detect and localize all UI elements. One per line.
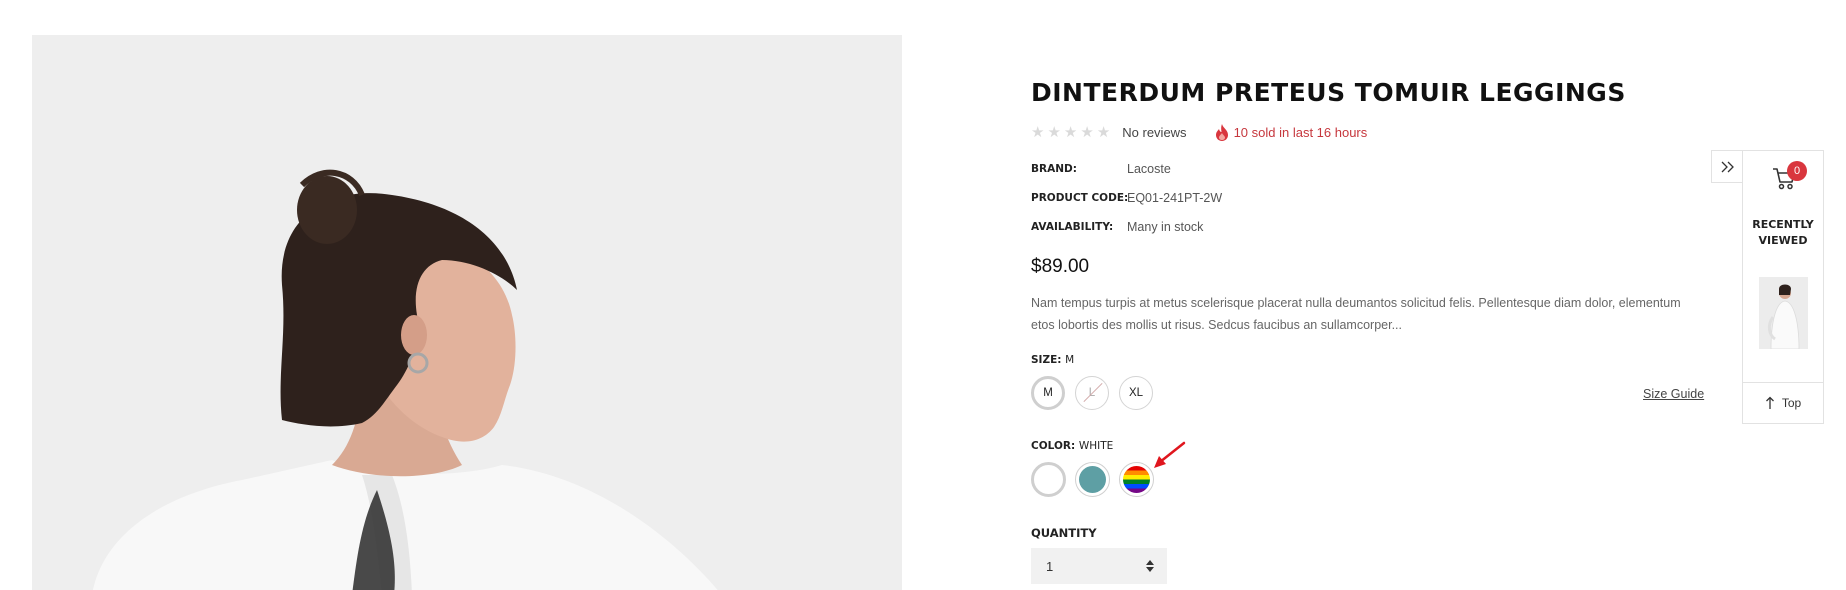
cart-count-badge: 0	[1787, 161, 1807, 181]
availability-row: AVAILABILITY: Many in stock	[1031, 220, 1203, 234]
product-description: Nam tempus turpis at metus scelerisque p…	[1031, 296, 1681, 332]
swatch-fill	[1036, 467, 1061, 492]
product-code-label: PRODUCT CODE:	[1031, 192, 1129, 204]
reviews-link[interactable]: No reviews	[1122, 125, 1186, 140]
brand-label: BRAND:	[1031, 163, 1077, 175]
availability-label: AVAILABILITY:	[1031, 221, 1114, 233]
product-title: DINTERDUM PRETEUS TOMUIR LEGGINGS	[1031, 78, 1626, 107]
recently-viewed-line2: VIEWED	[1758, 234, 1808, 247]
color-label: COLOR: WHITE	[1031, 440, 1113, 452]
product-code-value: EQ01-241PT-2W	[1127, 191, 1223, 205]
size-option-m[interactable]: M	[1031, 376, 1065, 410]
color-label-text: COLOR:	[1031, 440, 1076, 452]
size-selected: M	[1065, 354, 1075, 366]
arrow-up-icon	[1765, 396, 1774, 409]
rating-stars[interactable]: ★ ★ ★ ★ ★	[1031, 123, 1110, 141]
product-code-row: PRODUCT CODE: EQ01-241PT-2W	[1031, 191, 1222, 205]
brand-value[interactable]: Lacoste	[1127, 162, 1171, 176]
recently-viewed-line1: RECENTLY	[1752, 218, 1814, 231]
size-label: SIZE: M	[1031, 354, 1074, 366]
quantity-label: QUANTITY	[1031, 526, 1097, 540]
size-guide-link[interactable]: Size Guide	[1643, 387, 1704, 401]
star-icon: ★	[1047, 124, 1061, 141]
annotation-arrow-icon	[1154, 441, 1186, 468]
product-price: $89.00	[1031, 256, 1090, 277]
color-selected: WHITE	[1078, 440, 1114, 452]
sold-counter: 10 sold in last 16 hours	[1215, 123, 1368, 141]
color-options	[1031, 462, 1154, 497]
recently-viewed-panel: 0 RECENTLY VIEWED Top	[1742, 150, 1824, 424]
sold-text: 10 sold in last 16 hours	[1233, 124, 1368, 140]
size-options: M L XL	[1031, 376, 1153, 410]
increment-icon[interactable]	[1146, 560, 1154, 565]
recently-viewed-title: RECENTLY VIEWED	[1743, 217, 1823, 249]
availability-value: Many in stock	[1127, 220, 1204, 234]
color-swatch-rainbow[interactable]	[1119, 462, 1154, 497]
swatch-fill	[1123, 466, 1150, 493]
quantity-spinner[interactable]	[1145, 560, 1155, 572]
swatch-fill	[1079, 466, 1106, 493]
scroll-to-top-button[interactable]: Top	[1743, 382, 1823, 423]
product-main-image[interactable]	[32, 35, 902, 590]
double-chevron-right-icon	[1721, 161, 1734, 172]
scroll-to-top-label: Top	[1781, 395, 1802, 410]
quantity-value[interactable]: 1	[1046, 559, 1053, 574]
star-icon: ★	[1096, 124, 1111, 141]
rating-row: ★ ★ ★ ★ ★ No reviews 10 sold in last 16 …	[1031, 122, 1367, 142]
recently-viewed-thumbnail[interactable]	[1759, 277, 1808, 349]
quantity-stepper[interactable]: 1	[1031, 548, 1167, 584]
star-icon: ★	[1031, 124, 1045, 141]
flame-icon	[1215, 123, 1228, 141]
recently-viewed-toggle[interactable]	[1711, 150, 1743, 183]
star-icon: ★	[1080, 124, 1094, 141]
color-swatch-teal[interactable]	[1075, 462, 1110, 497]
decrement-icon[interactable]	[1146, 567, 1154, 572]
brand-row: BRAND: Lacoste	[1031, 162, 1171, 176]
size-label-text: SIZE:	[1031, 354, 1062, 366]
star-icon: ★	[1063, 124, 1078, 141]
size-option-xl[interactable]: XL	[1119, 376, 1153, 410]
color-swatch-white[interactable]	[1031, 462, 1066, 497]
size-option-l[interactable]: L	[1075, 376, 1109, 410]
